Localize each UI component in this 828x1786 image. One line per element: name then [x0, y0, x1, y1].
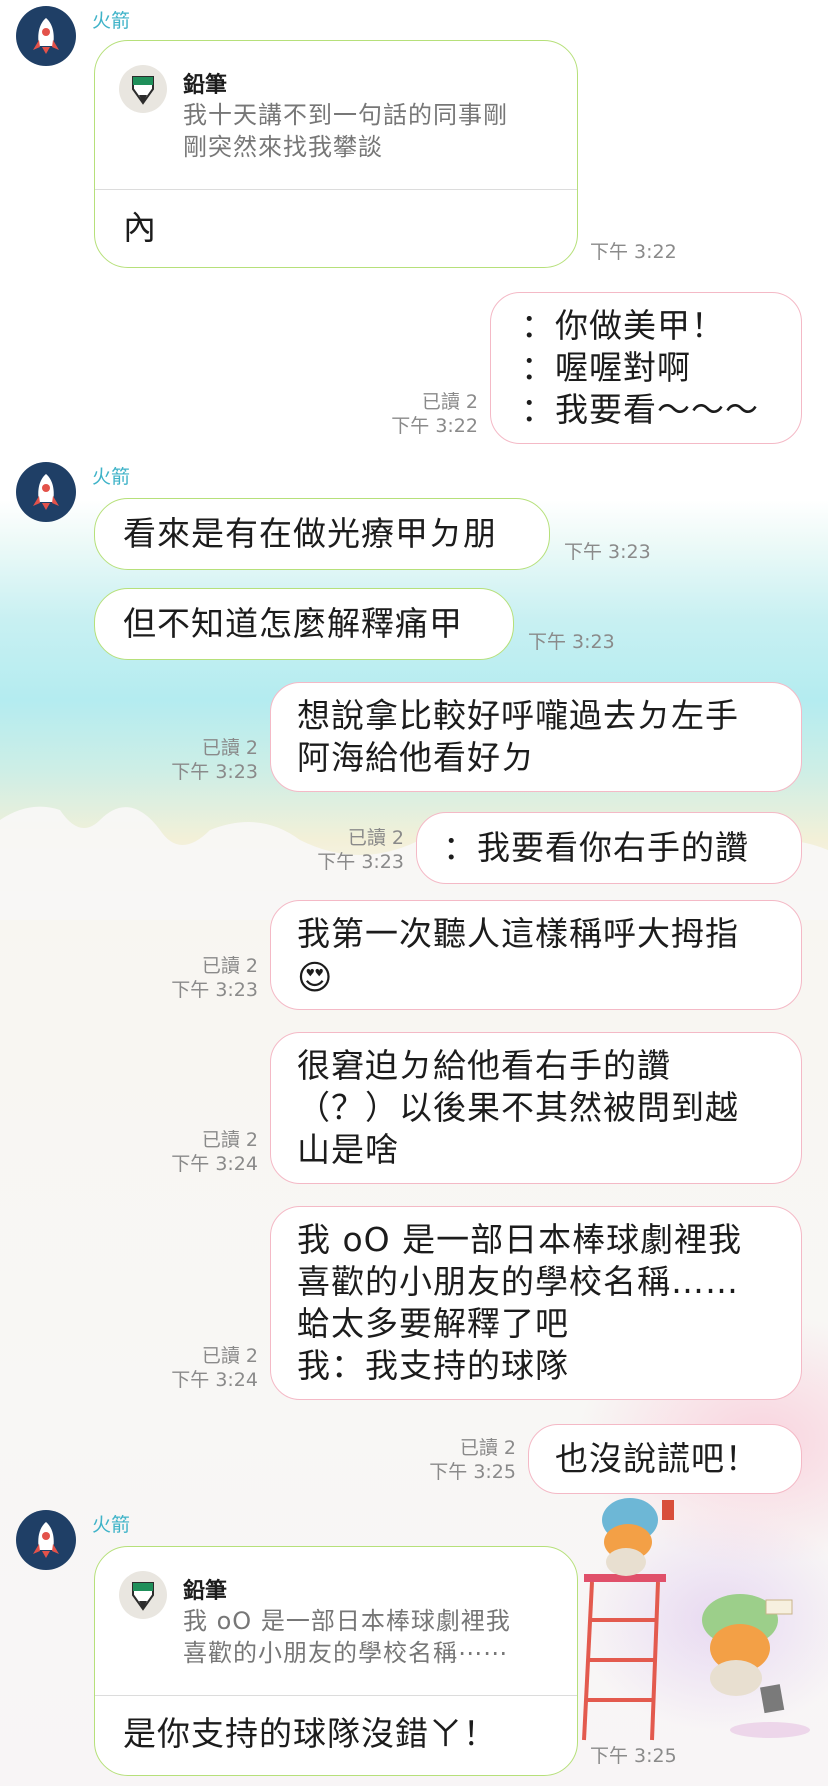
message-text: ：我要看你右手的讚	[443, 828, 749, 867]
message-time: 下午 3:22	[590, 241, 677, 263]
message-text: 但不知道怎麼解釋痛甲	[123, 604, 463, 643]
pencil-avatar-icon	[119, 65, 167, 113]
avatar[interactable]	[16, 462, 76, 522]
message-meta: 已讀 2 下午 3:25	[408, 1436, 516, 1484]
reply-bubble[interactable]: 鉛筆 我 oO 是一部日本棒球劇裡我 喜歡的小朋友的學校名稱⋯⋯ 是你支持的球隊…	[94, 1546, 578, 1776]
message-time: 下午 3:23	[171, 979, 258, 1001]
reply-bubble[interactable]: 鉛筆 我十天講不到一句話的同事剛 剛突然來找我攀談 內	[94, 40, 578, 268]
heart-eyes-emoji-icon: 😍	[297, 958, 333, 998]
sender-name: 火箭	[92, 1514, 131, 1536]
avatar[interactable]	[16, 1510, 76, 1570]
message-meta: 已讀 2 下午 3:23	[150, 736, 258, 784]
reply-divider	[95, 1695, 577, 1696]
message-bubble[interactable]: 我第一次聽人這樣稱呼大拇指 😍	[270, 900, 802, 1010]
reply-quote-block[interactable]: 鉛筆 我 oO 是一部日本棒球劇裡我 喜歡的小朋友的學校名稱⋯⋯	[119, 1571, 557, 1691]
pencil-avatar-icon	[119, 1571, 167, 1619]
read-receipt: 已讀 2	[459, 1437, 516, 1459]
read-receipt: 已讀 2	[201, 1345, 258, 1367]
message-bubble[interactable]: 看來是有在做光療甲ㄉ朋	[94, 498, 550, 570]
read-receipt: 已讀 2	[201, 737, 258, 759]
rocket-icon	[33, 474, 59, 510]
message-text: 也沒說謊吧！	[555, 1439, 759, 1478]
message-meta: 已讀 2 下午 3:24	[150, 1344, 258, 1392]
message-text: 看來是有在做光療甲ㄉ朋	[123, 514, 497, 553]
message-bubble[interactable]: 很窘迫ㄉ給他看右手的讚 （？）以後果不其然被問到越 山是啥	[270, 1032, 802, 1184]
message-bubble[interactable]: ：我要看你右手的讚	[416, 812, 802, 884]
message-bubble[interactable]: 我 oO 是一部日本棒球劇裡我 喜歡的小朋友的學校名稱…… 蛤太多要解釋了吧 我…	[270, 1206, 802, 1400]
read-receipt: 已讀 2	[201, 955, 258, 977]
message-meta: 已讀 2 下午 3:23	[296, 826, 404, 874]
message-time: 下午 3:23	[171, 761, 258, 783]
message-bubble[interactable]: 也沒說謊吧！	[528, 1424, 802, 1494]
message-time: 下午 3:23	[317, 851, 404, 873]
rocket-icon	[33, 18, 59, 54]
reply-quote-text: 我 oO 是一部日本棒球劇裡我 喜歡的小朋友的學校名稱⋯⋯	[183, 1607, 511, 1667]
sender-name: 火箭	[92, 10, 131, 32]
message-meta: 已讀 2 下午 3:22	[370, 390, 478, 438]
message-text: 很窘迫ㄉ給他看右手的讚 （？）以後果不其然被問到越 山是啥	[297, 1046, 739, 1169]
avatar[interactable]	[16, 6, 76, 66]
message-meta: 已讀 2 下午 3:24	[150, 1128, 258, 1176]
reply-sender-name: 鉛筆	[183, 1579, 228, 1604]
message-text: 我第一次聽人這樣稱呼大拇指	[297, 914, 739, 953]
message-text: 想說拿比較好呼嚨過去ㄉ左手 阿海給他看好ㄉ	[297, 696, 739, 777]
reply-quote-text: 我十天講不到一句話的同事剛 剛突然來找我攀談	[183, 101, 508, 161]
cartoon-ladder-illustration	[582, 1498, 810, 1741]
message-meta: 已讀 2 下午 3:23	[150, 954, 258, 1002]
message-text: 我 oO 是一部日本棒球劇裡我 喜歡的小朋友的學校名稱…… 蛤太多要解釋了吧 我…	[297, 1220, 743, 1385]
read-receipt: 已讀 2	[421, 391, 478, 413]
reply-divider	[95, 189, 577, 190]
read-receipt: 已讀 2	[201, 1129, 258, 1151]
message-text: 是你支持的球隊沒錯ㄚ！	[123, 1714, 497, 1753]
message-bubble[interactable]: 想說拿比較好呼嚨過去ㄉ左手 阿海給他看好ㄉ	[270, 682, 802, 792]
message-time: 下午 3:25	[429, 1461, 516, 1483]
reply-quote-block[interactable]: 鉛筆 我十天講不到一句話的同事剛 剛突然來找我攀談	[119, 65, 557, 185]
reply-sender-name: 鉛筆	[183, 73, 228, 98]
message-bubble[interactable]: 但不知道怎麼解釋痛甲	[94, 588, 514, 660]
message-text: 內	[123, 208, 157, 247]
read-receipt: 已讀 2	[347, 827, 404, 849]
message-time: 下午 3:25	[590, 1745, 677, 1767]
message-time: 下午 3:23	[564, 541, 651, 563]
message-bubble[interactable]: ：你做美甲！ ：喔喔對啊 ：我要看～～～	[490, 292, 802, 444]
message-time: 下午 3:24	[171, 1153, 258, 1175]
sender-name: 火箭	[92, 466, 131, 488]
message-time: 下午 3:24	[171, 1369, 258, 1391]
message-time: 下午 3:22	[391, 415, 478, 437]
message-time: 下午 3:23	[528, 631, 615, 653]
rocket-icon	[33, 1522, 59, 1558]
message-text: ：你做美甲！ ：喔喔對啊 ：我要看～～～	[521, 306, 759, 429]
